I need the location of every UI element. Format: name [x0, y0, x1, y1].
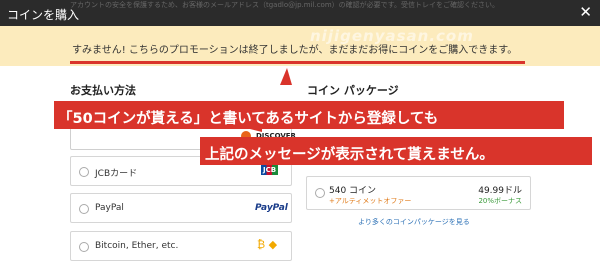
callout-arrow-icon [230, 68, 292, 132]
buy-coins-modal: アカウントの安全を保護するため、お客様のメールアドレス（tgadlo@jp.mi… [0, 0, 600, 271]
callout-line-1: 「50コインが貰える」と書いてあるサイトから登録しても [58, 111, 439, 127]
callout-line-2: 上記のメッセージが表示されて貰えません。 [205, 147, 494, 163]
